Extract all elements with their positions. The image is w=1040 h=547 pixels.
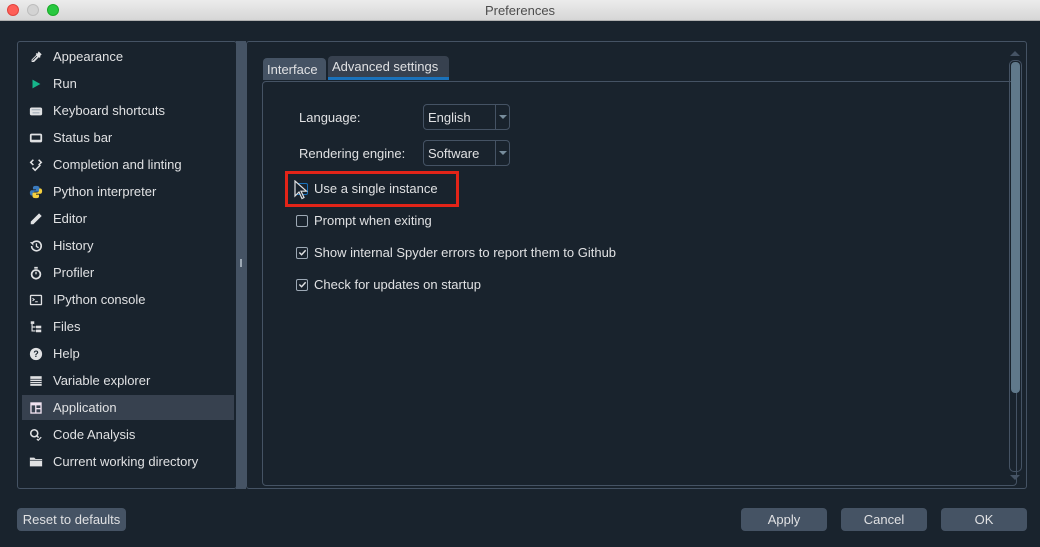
help-icon: ?: [28, 346, 44, 362]
button-label: Reset to defaults: [22, 512, 121, 527]
sidebar-item-label: Help: [53, 346, 80, 361]
sidebar-item-completion-and-linting[interactable]: Completion and linting: [22, 152, 234, 177]
reset-to-defaults-button[interactable]: Reset to defaults: [17, 508, 126, 531]
button-label: Apply: [767, 512, 801, 527]
rendering-engine-select-value: Software: [428, 145, 480, 161]
chevron-down-icon: [495, 141, 509, 165]
sidebar-item-variable-explorer[interactable]: Variable explorer: [22, 368, 234, 393]
vertical-scrollbar[interactable]: [1009, 60, 1022, 472]
rendering-engine-select[interactable]: Software: [423, 140, 510, 166]
tab-interface[interactable]: Interface: [263, 58, 326, 80]
sidebar-item-label: Keyboard shortcuts: [53, 103, 166, 118]
keyboard-icon: [28, 103, 44, 119]
ok-button[interactable]: OK: [941, 508, 1027, 531]
file-tree-icon: [28, 319, 44, 335]
checkmark-icon: [298, 249, 306, 256]
button-label: Cancel: [863, 512, 905, 527]
scroll-down-arrow-icon[interactable]: [1010, 475, 1020, 480]
sidebar-item-files[interactable]: Files: [22, 314, 234, 339]
show-errors-option[interactable]: Show internal Spyder errors to report th…: [296, 245, 616, 260]
svg-text:?: ?: [33, 349, 38, 359]
code-check-icon: [28, 157, 44, 173]
prompt-exit-checkbox[interactable]: [296, 214, 308, 227]
checkmark-icon: [298, 281, 306, 288]
stopwatch-icon: [28, 265, 44, 281]
history-icon: [28, 238, 44, 254]
application-layout-icon: [28, 400, 44, 416]
sidebar-item-application[interactable]: Application: [22, 395, 234, 420]
chevron-down-icon: [495, 105, 509, 129]
sidebar-item-label: IPython console: [53, 292, 146, 307]
preferences-sidebar: Appearance Run Keyboard shortcuts Status…: [17, 41, 237, 489]
sidebar-item-run[interactable]: Run: [22, 71, 234, 96]
sidebar-item-python-interpreter[interactable]: Python interpreter: [22, 179, 234, 204]
language-label: Language:: [299, 110, 361, 125]
sidebar-item-status-bar[interactable]: Status bar: [22, 125, 234, 150]
sidebar-item-label: Appearance: [53, 49, 124, 64]
title-bar: Preferences: [0, 0, 1040, 21]
sidebar-item-label: Files: [53, 319, 81, 334]
mouse-cursor-icon: [294, 180, 308, 200]
option-label: Show internal Spyder errors to report th…: [314, 245, 617, 260]
show-errors-checkbox[interactable]: [296, 246, 308, 259]
sidebar-item-label: Completion and linting: [53, 157, 182, 172]
option-label: Prompt when exiting: [314, 213, 432, 228]
sidebar-item-current-working-directory[interactable]: Current working directory: [22, 449, 234, 474]
window-title: Preferences: [484, 3, 556, 18]
check-updates-checkbox[interactable]: [296, 278, 308, 291]
language-select[interactable]: English: [423, 104, 510, 130]
sidebar-item-label: History: [53, 238, 94, 253]
sidebar-item-label: Profiler: [53, 265, 95, 280]
settings-pane: Interface Advanced settings: [246, 41, 1027, 489]
rendering-engine-label: Rendering engine:: [299, 146, 406, 161]
code-analysis-icon: [28, 427, 44, 443]
cancel-button[interactable]: Cancel: [841, 508, 927, 531]
sidebar-item-label: Status bar: [53, 130, 113, 145]
folder-icon: [28, 454, 44, 470]
tab-label: Advanced settings: [332, 59, 439, 74]
sidebar-item-editor[interactable]: Editor: [22, 206, 234, 231]
play-icon: [28, 76, 44, 92]
option-label: Use a single instance: [314, 181, 438, 196]
scroll-up-arrow-icon[interactable]: [1010, 51, 1020, 56]
single-instance-option[interactable]: Use a single instance: [296, 181, 438, 196]
prompt-exit-option[interactable]: Prompt when exiting: [296, 213, 432, 228]
sidebar-item-keyboard-shortcuts[interactable]: Keyboard shortcuts: [22, 98, 234, 123]
python-icon: [28, 184, 44, 200]
apply-button[interactable]: Apply: [741, 508, 827, 531]
sidebar-item-label: Code Analysis: [53, 427, 136, 442]
sidebar-item-ipython-console[interactable]: IPython console: [22, 287, 234, 312]
sidebar-item-label: Application: [53, 400, 117, 415]
sidebar-item-profiler[interactable]: Profiler: [22, 260, 234, 285]
sidebar-item-help[interactable]: ? Help: [22, 341, 234, 366]
sidebar-item-appearance[interactable]: Appearance: [22, 44, 234, 69]
scrollbar-thumb[interactable]: [1011, 62, 1020, 393]
sidebar-item-label: Current working directory: [53, 454, 199, 469]
sidebar-item-label: Python interpreter: [53, 184, 157, 199]
sidebar-item-label: Run: [53, 76, 77, 91]
tab-label: Interface: [267, 61, 318, 77]
language-select-value: English: [428, 109, 471, 125]
sidebar-item-history[interactable]: History: [22, 233, 234, 258]
button-label: OK: [974, 512, 994, 527]
splitter-grip-icon: [240, 259, 242, 267]
pane-splitter[interactable]: [236, 41, 246, 489]
tab-advanced-settings[interactable]: Advanced settings: [328, 56, 449, 80]
eyedropper-icon: [28, 49, 44, 65]
terminal-icon: [28, 292, 44, 308]
sidebar-item-label: Variable explorer: [53, 373, 151, 388]
status-bar-icon: [28, 130, 44, 146]
sidebar-item-label: Editor: [53, 211, 87, 226]
pencil-icon: [28, 211, 44, 227]
check-updates-option[interactable]: Check for updates on startup: [296, 277, 481, 292]
table-icon: [28, 373, 44, 389]
option-label: Check for updates on startup: [314, 277, 481, 292]
sidebar-item-code-analysis[interactable]: Code Analysis: [22, 422, 234, 447]
